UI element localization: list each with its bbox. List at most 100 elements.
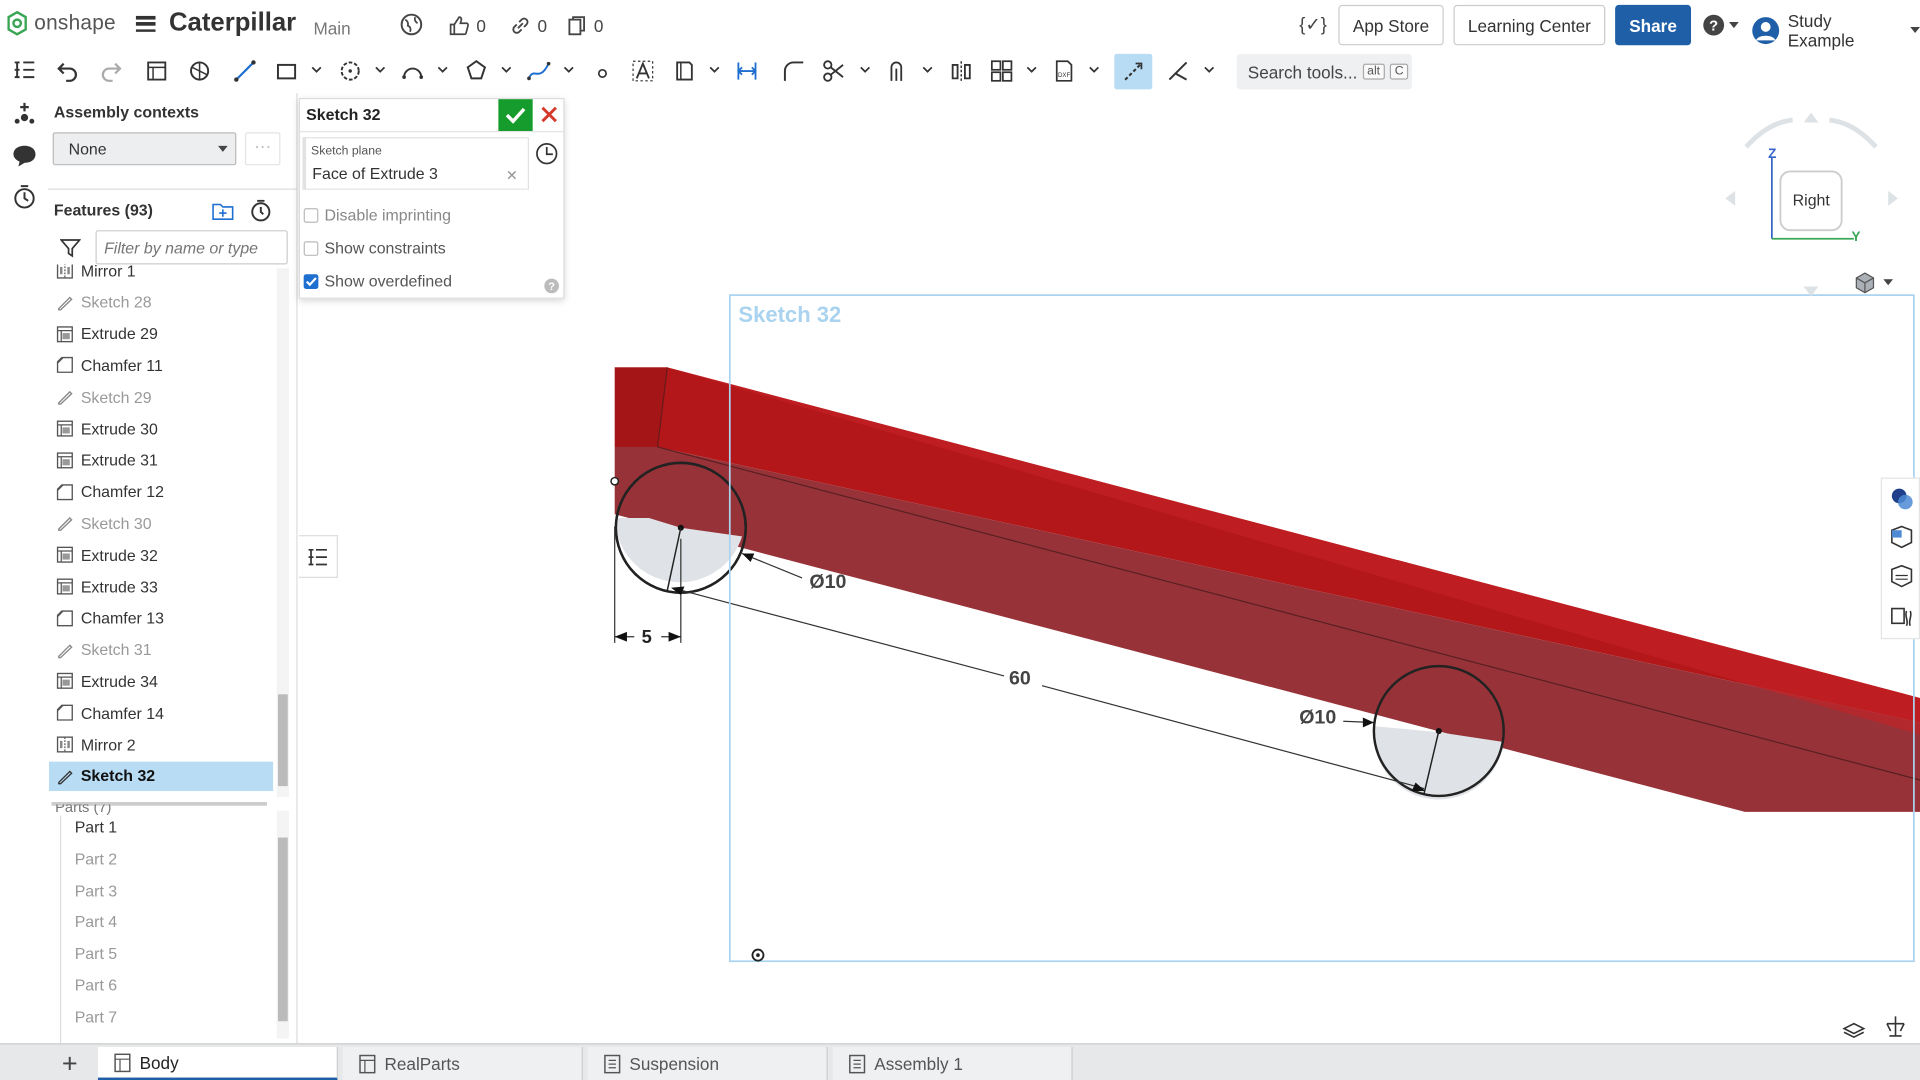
feature-item[interactable]: Sketch 31 xyxy=(49,635,273,664)
feature-scrollbar[interactable] xyxy=(276,268,289,798)
part-item[interactable]: Part 5 xyxy=(75,944,117,962)
accept-button[interactable] xyxy=(498,99,533,132)
feature-item[interactable]: Extrude 33 xyxy=(49,572,273,601)
user-menu[interactable]: Study Example xyxy=(1751,11,1920,50)
help-menu[interactable]: ? xyxy=(1702,13,1739,36)
links-counter[interactable]: 0 xyxy=(509,15,547,37)
point-tool-icon[interactable] xyxy=(590,59,614,83)
show-constraints-checkbox[interactable] xyxy=(303,240,319,256)
parts-scrollbar[interactable] xyxy=(276,810,289,1039)
dxf-import-icon[interactable]: DXF xyxy=(1052,59,1076,83)
chevron-down-icon[interactable] xyxy=(860,64,871,75)
document-title[interactable]: Caterpillar xyxy=(169,9,296,38)
fillet-tool-icon[interactable] xyxy=(781,59,805,83)
measure-icon[interactable] xyxy=(1889,564,1913,588)
search-tools-button[interactable]: Search tools... alt C xyxy=(1236,53,1412,90)
part-item[interactable]: Part 2 xyxy=(75,850,117,868)
tab-assembly-1[interactable]: Assembly 1 xyxy=(832,1046,1073,1080)
parts-title[interactable]: Parts (7) xyxy=(55,804,111,815)
tab-body[interactable]: Body xyxy=(97,1046,338,1080)
copies-counter[interactable]: 0 xyxy=(566,15,603,37)
rollback-timer-icon[interactable] xyxy=(250,199,272,222)
add-tab-icon[interactable]: + xyxy=(54,1047,86,1080)
more-options-button[interactable]: ··· xyxy=(244,132,281,166)
dimension-offset[interactable]: 5 xyxy=(642,627,652,648)
feature-item[interactable]: Extrude 31 xyxy=(49,445,273,474)
arc-tool-icon[interactable] xyxy=(400,59,424,83)
mirror-tool-icon[interactable] xyxy=(949,59,973,83)
insert-image-icon[interactable] xyxy=(672,59,696,83)
tab-suspension[interactable]: Suspension xyxy=(587,1046,828,1080)
dimension-diameter-1[interactable]: Ø10 xyxy=(809,572,846,594)
comments-icon[interactable] xyxy=(11,142,38,169)
feature-item[interactable]: Extrude 30 xyxy=(49,414,273,443)
spline-tool-icon[interactable] xyxy=(527,59,551,83)
clear-icon[interactable] xyxy=(507,170,517,180)
close-icon[interactable] xyxy=(541,106,557,123)
branch-label[interactable]: Main xyxy=(313,18,350,38)
assembly-context-select[interactable]: None xyxy=(52,132,237,166)
section-view-icon[interactable] xyxy=(1842,1016,1866,1039)
feature-item[interactable]: Extrude 34 xyxy=(49,667,273,696)
learning-center-button[interactable]: Learning Center xyxy=(1453,4,1606,46)
chevron-down-icon[interactable] xyxy=(922,64,933,75)
globe-icon[interactable] xyxy=(399,12,423,43)
part-item[interactable]: Part 4 xyxy=(75,913,117,931)
view-cube-face-right[interactable]: Right xyxy=(1793,191,1830,209)
mass-properties-icon[interactable] xyxy=(1889,525,1913,549)
flip-icon[interactable] xyxy=(1885,1014,1907,1038)
pattern-tool-icon[interactable] xyxy=(989,59,1013,83)
chevron-down-icon[interactable] xyxy=(311,64,322,75)
line-tool-icon[interactable] xyxy=(233,59,257,83)
part-item[interactable]: Part 7 xyxy=(75,1008,117,1026)
sketch-display-icon[interactable] xyxy=(187,59,211,83)
text-tool-icon[interactable] xyxy=(631,59,655,83)
chevron-down-icon[interactable] xyxy=(1204,64,1215,75)
sketch-from-face-icon[interactable] xyxy=(144,59,168,83)
disable-imprinting-option[interactable]: Disable imprinting xyxy=(303,206,451,224)
chevron-down-icon[interactable] xyxy=(1026,64,1037,75)
menu-icon[interactable] xyxy=(135,15,156,33)
show-overdefined-option[interactable]: Show overdefined xyxy=(303,272,452,290)
undo-icon[interactable] xyxy=(56,59,80,83)
construction-toggle[interactable] xyxy=(1114,53,1153,90)
trim-tool-icon[interactable] xyxy=(822,59,846,83)
feature-item[interactable]: Mirror 1 xyxy=(49,264,273,285)
dimension-spacing[interactable]: 60 xyxy=(1009,669,1031,691)
show-overdefined-checkbox[interactable] xyxy=(303,273,319,289)
feature-item[interactable]: Sketch 30 xyxy=(49,509,273,538)
variables-icon[interactable]: {✓} xyxy=(1299,13,1327,36)
dimension-tool-icon[interactable] xyxy=(735,59,759,83)
panel-toggle[interactable] xyxy=(298,535,338,578)
likes-counter[interactable]: 0 xyxy=(448,15,486,37)
part-item[interactable]: Part 3 xyxy=(75,881,117,899)
chevron-down-icon[interactable] xyxy=(437,64,448,75)
feature-filter-input[interactable] xyxy=(95,230,288,265)
dimension-diameter-2[interactable]: Ø10 xyxy=(1299,708,1336,730)
history-icon[interactable] xyxy=(11,184,38,211)
chevron-down-icon[interactable] xyxy=(563,64,574,75)
tab-realparts[interactable]: RealParts xyxy=(342,1046,583,1080)
chevron-down-icon[interactable] xyxy=(1089,64,1100,75)
app-store-button[interactable]: App Store xyxy=(1338,4,1444,46)
feature-item[interactable]: Chamfer 13 xyxy=(49,603,273,632)
feature-item[interactable]: Chamfer 11 xyxy=(49,351,273,380)
polygon-tool-icon[interactable] xyxy=(464,59,488,83)
feature-item[interactable]: Chamfer 14 xyxy=(49,698,273,727)
disable-imprinting-checkbox[interactable] xyxy=(303,207,319,223)
feature-item[interactable]: Chamfer 12 xyxy=(49,477,273,506)
scrollbar-thumb[interactable] xyxy=(277,837,288,1022)
chevron-down-icon[interactable] xyxy=(501,64,512,75)
intersect-tool-icon[interactable] xyxy=(1166,59,1190,83)
redo-icon[interactable] xyxy=(98,59,122,83)
variable-table-icon[interactable] xyxy=(1889,604,1913,628)
circle-tool-icon[interactable] xyxy=(338,59,362,83)
new-folder-icon[interactable] xyxy=(212,201,234,221)
help-icon[interactable]: ? xyxy=(544,278,560,294)
part-item[interactable]: Part 1 xyxy=(75,818,117,836)
rectangle-tool-icon[interactable] xyxy=(274,59,298,83)
sketch-plane-field[interactable]: Sketch plane Face of Extrude 3 xyxy=(302,137,529,190)
offset-tool-icon[interactable] xyxy=(885,59,909,83)
feature-item[interactable]: Mirror 2 xyxy=(49,730,273,759)
feature-item[interactable]: Sketch 28 xyxy=(49,288,273,317)
